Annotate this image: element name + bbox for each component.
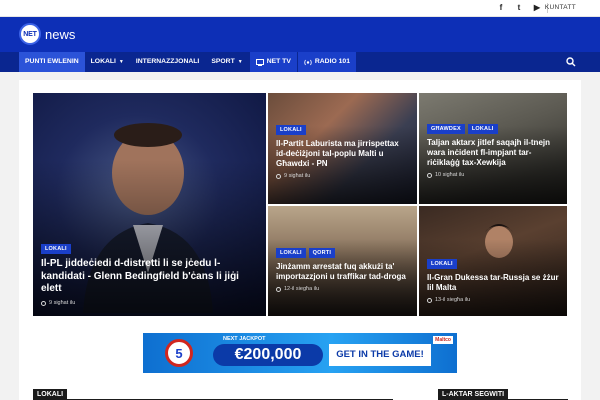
category-tag[interactable]: LOKALI (276, 248, 306, 258)
clock-icon (41, 300, 46, 306)
story-caption: LOKALI Il-Partit Laburista ma jirrispett… (276, 125, 409, 179)
ad-cta[interactable]: GET IN THE GAME! (329, 344, 431, 366)
main-nav: PUNTI EWLENIN LOKALI ▼ INTERNAZZJONALI S… (0, 52, 600, 72)
social-links: f t ▶ (496, 3, 542, 13)
super5-number: 5 (175, 345, 183, 361)
story-caption: LOKALI Il-PL jiddeċiedi d-distretti li s… (41, 243, 258, 306)
nav-item-internazzjonali[interactable]: INTERNAZZJONALI (130, 52, 205, 72)
featured-story-4[interactable]: LOKALI QORTI Jinżamm arrestat fuq akkużi… (268, 206, 417, 316)
story-time: 10 sigħat ilu (435, 172, 465, 179)
story-caption: LOKALI QORTI Jinżamm arrestat fuq akkużi… (276, 248, 409, 292)
maltco-logo: Maltco (433, 336, 453, 344)
section-title-lokali[interactable]: LOKALI (33, 389, 68, 400)
section-title-most-followed: L-AKTAR SEGWITI (438, 389, 509, 400)
nav-item-label: PUNTI EWLENIN (25, 58, 79, 65)
category-tag[interactable]: LOKALI (41, 243, 71, 254)
tv-icon (255, 58, 264, 66)
story-time: 9 sigħat ilu (49, 300, 76, 306)
twitter-icon[interactable]: t (514, 3, 524, 13)
jackpot-ad-banner[interactable]: 5 NEXT JACKPOT €200,000 GET IN THE GAME!… (143, 333, 457, 373)
story-caption: GĦAWDEX LOKALI Taljan aktarx jitlef saqa… (427, 124, 559, 178)
chevron-down-icon: ▼ (118, 59, 124, 65)
category-tag[interactable]: QORTI (308, 248, 336, 258)
radio-icon (304, 59, 312, 65)
nav-item-label: INTERNAZZJONALI (135, 58, 200, 65)
category-tag[interactable]: LOKALI (427, 259, 457, 269)
featured-story-5[interactable]: LOKALI Il-Gran Dukessa tar-Russja se żżu… (419, 206, 567, 316)
site-header: NET news (0, 17, 600, 52)
category-tag[interactable]: GĦAWDEX (427, 124, 465, 134)
story-headline[interactable]: Jinżamm arrestat fuq akkużi ta' importaz… (276, 262, 409, 282)
story-headline[interactable]: Il-PL jiddeċiedi d-distretti li se jċedu… (41, 258, 241, 296)
story-time: 9 sigħat ilu (284, 173, 311, 180)
jackpot-label: NEXT JACKPOT (223, 336, 266, 342)
nav-item-label: NET TV (266, 58, 291, 65)
nav-item-radio-101[interactable]: RADIO 101 (297, 52, 356, 72)
site-logo[interactable]: NET news (19, 23, 75, 45)
nav-item-label: SPORT (211, 58, 235, 65)
category-tag[interactable]: LOKALI (467, 124, 498, 134)
nav-item-punti-ewlenin[interactable]: PUNTI EWLENIN (19, 52, 85, 72)
featured-story-2[interactable]: LOKALI Il-Partit Laburista ma jirrispett… (268, 93, 417, 204)
facebook-icon[interactable]: f (496, 3, 506, 13)
logo-mark: NET (19, 23, 41, 45)
nav-item-lokali[interactable]: LOKALI ▼ (85, 52, 130, 72)
logo-mark-text: NET (23, 30, 37, 38)
story-time: 12-il siegħa ilu (284, 286, 320, 293)
clock-icon (427, 297, 432, 303)
clock-icon (427, 172, 432, 178)
story-time: 13-il siegħa ilu (435, 297, 471, 304)
story-headline[interactable]: Il-Partit Laburista ma jirrispettax id-d… (276, 139, 409, 169)
chevron-down-icon: ▼ (237, 59, 243, 65)
story-caption: LOKALI Il-Gran Dukessa tar-Russja se żżu… (427, 259, 559, 303)
featured-story-3[interactable]: GĦAWDEX LOKALI Taljan aktarx jitlef saqa… (419, 93, 567, 204)
category-tag[interactable]: LOKALI (276, 125, 306, 135)
super5-logo: 5 (165, 339, 193, 367)
story-headline[interactable]: Il-Gran Dukessa tar-Russja se żżur lil M… (427, 273, 559, 293)
featured-story-main[interactable]: LOKALI Il-PL jiddeċiedi d-distretti li s… (33, 93, 266, 316)
clock-icon (276, 173, 281, 179)
nav-item-label: RADIO 101 (314, 58, 350, 65)
contact-link[interactable]: KUNTATT (545, 4, 576, 11)
logo-text: news (45, 26, 76, 42)
clock-icon (276, 286, 281, 292)
top-bar: f t ▶ KUNTATT (0, 0, 600, 17)
nav-item-net-tv[interactable]: NET TV (249, 52, 297, 72)
story-headline[interactable]: Taljan aktarx jitlef saqajh il-tnejn war… (427, 138, 559, 168)
jackpot-amount: €200,000 (213, 344, 323, 366)
search-icon[interactable] (566, 57, 576, 67)
nav-item-label: LOKALI (90, 58, 116, 65)
youtube-icon[interactable]: ▶ (532, 3, 542, 13)
nav-item-sport[interactable]: SPORT ▼ (205, 52, 248, 72)
